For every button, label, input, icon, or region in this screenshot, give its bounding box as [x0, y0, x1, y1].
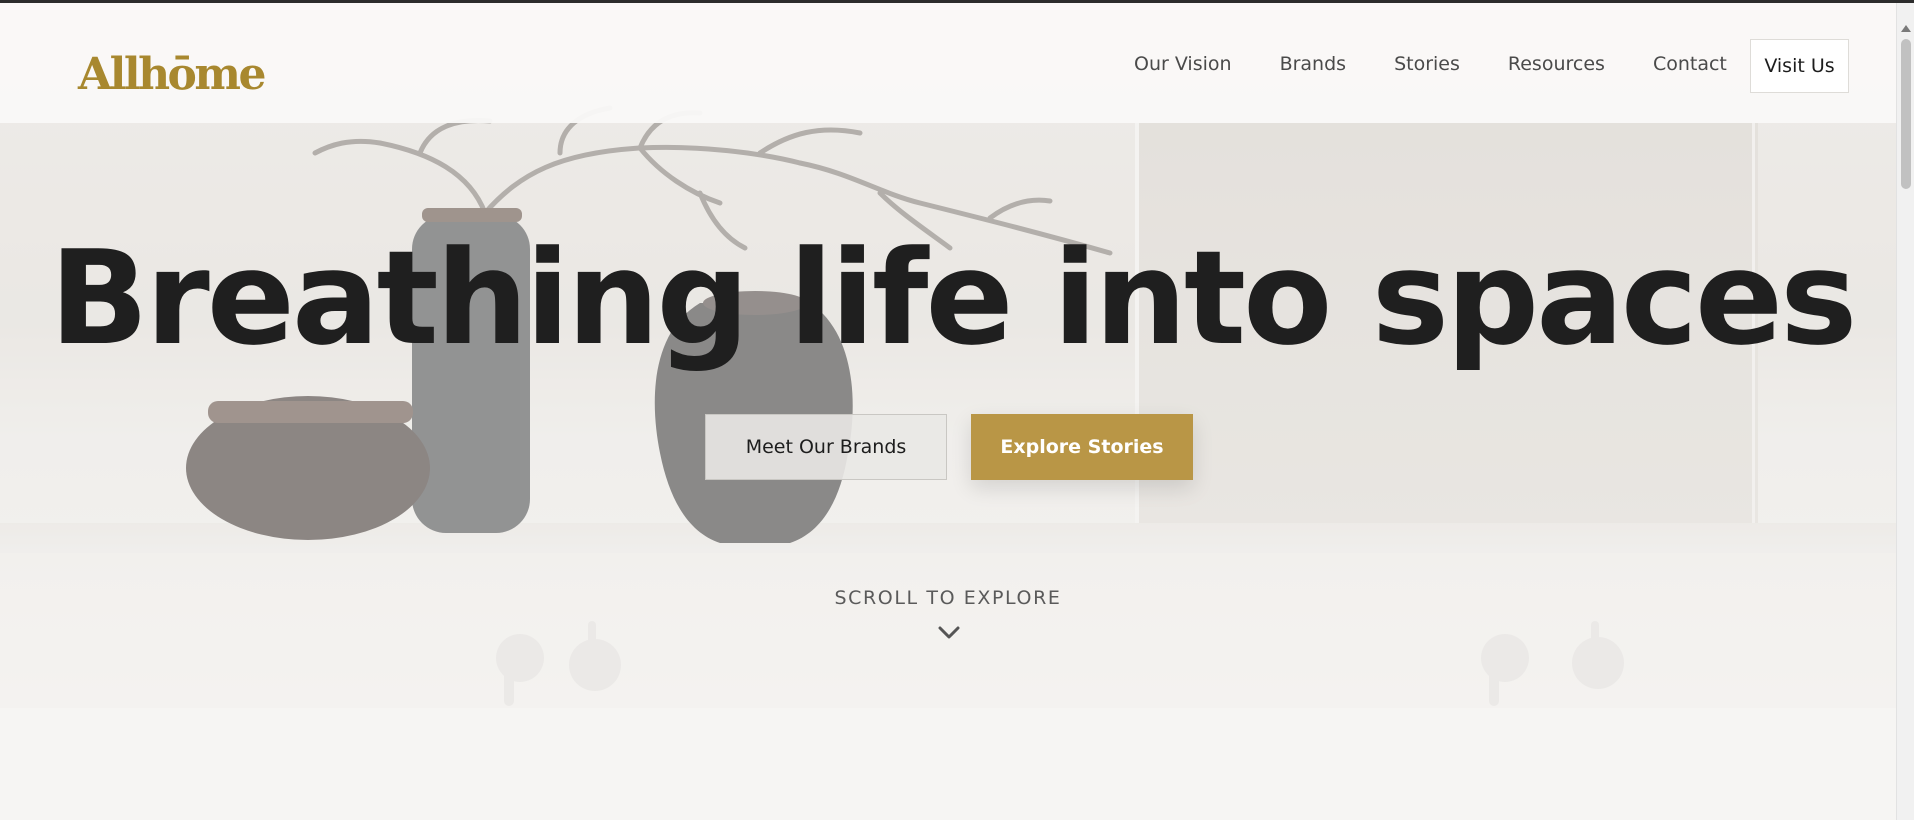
viewport: Allhōme Our Vision Brands Stories Resour… — [0, 3, 1896, 820]
page-scrollbar[interactable] — [1896, 3, 1914, 820]
meet-our-brands-button[interactable]: Meet Our Brands — [705, 414, 947, 480]
hero-cta-group: Meet Our Brands Explore Stories — [705, 414, 1193, 480]
main-nav: Our Vision Brands Stories Resources Cont… — [1134, 53, 1775, 75]
chevron-down-icon[interactable] — [937, 625, 961, 641]
visit-us-button[interactable]: Visit Us — [1750, 39, 1849, 93]
nav-link-brands[interactable]: Brands — [1280, 53, 1347, 75]
hero-headline: Breathing life into spaces — [49, 222, 1858, 374]
nav-link-resources[interactable]: Resources — [1508, 53, 1605, 75]
scroll-up-arrow-icon[interactable] — [1901, 25, 1911, 32]
page: Allhōme Our Vision Brands Stories Resour… — [0, 0, 1914, 820]
scroll-to-explore-label[interactable]: SCROLL TO EXPLORE — [0, 587, 1896, 609]
brand-logo[interactable]: Allhōme — [78, 49, 266, 100]
nav-link-our-vision[interactable]: Our Vision — [1134, 53, 1232, 75]
explore-stories-button[interactable]: Explore Stories — [971, 414, 1193, 480]
scrollbar-thumb[interactable] — [1901, 39, 1911, 189]
site-header: Allhōme Our Vision Brands Stories Resour… — [0, 3, 1896, 123]
nav-link-stories[interactable]: Stories — [1394, 53, 1460, 75]
nav-link-contact[interactable]: Contact — [1653, 53, 1727, 75]
